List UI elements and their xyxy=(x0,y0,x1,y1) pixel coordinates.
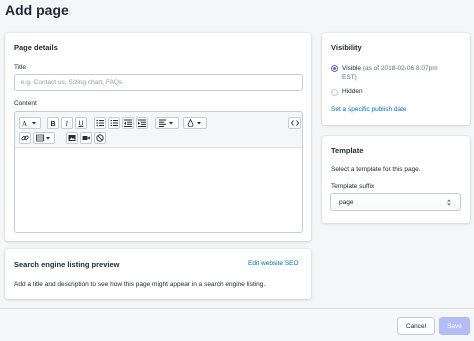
hidden-label: Hidden xyxy=(342,88,363,95)
template-heading: Template xyxy=(331,146,364,155)
svg-text:I: I xyxy=(65,120,69,127)
seo-description: Add a title and description to see how t… xyxy=(14,281,266,288)
image-icon xyxy=(68,135,76,141)
template-suffix-label: Template suffix xyxy=(331,183,375,190)
seo-preview-card: Search engine listing preview Edit websi… xyxy=(5,249,311,299)
visible-option-label: Visible (as of 2018-02-06 8:07pm EST) xyxy=(342,64,466,82)
bullet-list-icon xyxy=(96,119,104,127)
page-title: Add page xyxy=(5,2,69,18)
underline-button[interactable]: U xyxy=(75,117,87,129)
image-button[interactable] xyxy=(66,132,78,144)
seo-heading: Search engine listing preview xyxy=(14,260,120,269)
bold-icon: B xyxy=(51,121,56,127)
page-details-heading: Page details xyxy=(14,43,58,52)
video-button[interactable] xyxy=(80,132,92,144)
template-suffix-value: page xyxy=(339,198,354,206)
font-size-icon: A xyxy=(22,120,36,127)
hidden-radio[interactable] xyxy=(331,89,338,96)
outdent-icon xyxy=(124,119,132,127)
text-color-icon xyxy=(187,119,201,127)
svg-text:B: B xyxy=(51,121,56,127)
cancel-button[interactable]: Cancel xyxy=(397,317,435,335)
select-arrows-icon xyxy=(447,199,451,205)
numbered-list-icon xyxy=(110,120,118,126)
code-view-button[interactable] xyxy=(288,117,301,129)
edit-website-seo-link[interactable]: Edit website SEO xyxy=(248,260,299,267)
clear-format-icon xyxy=(96,134,104,142)
template-suffix-select[interactable]: page xyxy=(330,193,461,211)
visible-label: Visible xyxy=(342,65,362,72)
outdent-button[interactable] xyxy=(122,117,134,129)
footer-divider xyxy=(0,308,474,309)
template-card: Template Select a template for this page… xyxy=(322,136,470,223)
editor-toolbar: A B I U xyxy=(15,112,302,148)
indent-icon xyxy=(138,119,146,127)
visibility-heading: Visibility xyxy=(331,43,362,52)
visible-radio[interactable] xyxy=(331,65,338,72)
visible-date: (as of 2018-02-06 8:07pm xyxy=(362,65,438,72)
table-dropdown[interactable] xyxy=(33,132,55,144)
link-button[interactable] xyxy=(19,132,31,144)
numbered-list-button[interactable] xyxy=(108,117,120,129)
table-icon xyxy=(36,134,50,142)
content-label: Content xyxy=(14,100,37,107)
font-size-dropdown[interactable]: A xyxy=(19,117,41,129)
code-view-icon xyxy=(290,120,299,126)
visible-timezone: EST) xyxy=(342,74,357,81)
title-input[interactable] xyxy=(14,74,303,91)
video-icon xyxy=(82,136,90,140)
svg-text:U: U xyxy=(79,121,84,128)
bold-button[interactable]: B xyxy=(47,117,59,129)
indent-button[interactable] xyxy=(136,117,148,129)
align-dropdown[interactable] xyxy=(155,117,179,129)
align-icon xyxy=(159,119,173,127)
italic-button[interactable]: I xyxy=(61,117,73,129)
title-label: Title xyxy=(14,64,27,71)
page-details-card: Page details Title Content A B I U xyxy=(5,33,311,241)
italic-icon: I xyxy=(65,120,69,127)
save-button[interactable]: Save xyxy=(439,317,470,335)
set-publish-date-link[interactable]: Set a specific publish date xyxy=(331,106,407,113)
visibility-card: Visibility Visible (as of 2018-02-06 8:0… xyxy=(322,33,470,125)
clear-format-button[interactable] xyxy=(94,132,106,144)
svg-text:A: A xyxy=(22,120,27,127)
underline-icon: U xyxy=(78,121,84,128)
link-icon xyxy=(21,135,29,141)
content-editor[interactable]: A B I U xyxy=(14,111,303,233)
text-color-dropdown[interactable] xyxy=(183,117,207,129)
bullet-list-button[interactable] xyxy=(94,117,106,129)
template-description: Select a template for this page. xyxy=(331,166,421,173)
